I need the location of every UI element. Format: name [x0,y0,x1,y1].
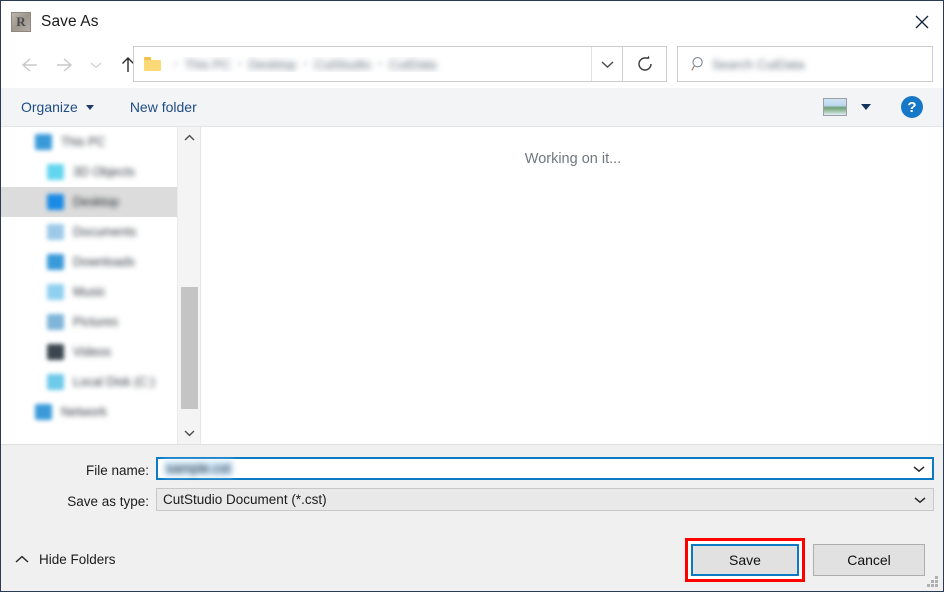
view-layout-icon[interactable] [823,98,847,116]
search-placeholder: Search CutData [712,56,805,72]
command-toolbar: Organize New folder ? [1,88,943,127]
address-bar[interactable]: › This PC › Desktop › CutStudio › CutDat… [133,46,623,82]
tree-item-desktop[interactable]: Desktop [1,187,177,217]
file-name-chevron-down-icon[interactable] [906,459,932,478]
folder-icon [47,314,64,330]
forward-glyph [57,58,73,72]
tree-item-network[interactable]: Network [1,397,177,427]
breadcrumb-item-3[interactable]: CutData [387,57,439,72]
tree-item-pictures[interactable]: Pictures [1,307,177,337]
folder-icon [47,194,64,210]
tree-scrollbar[interactable] [177,127,200,444]
tree-item-label: Local Disk (C:) [73,375,155,389]
tree-item-label: Desktop [73,195,119,209]
save-as-type-label: Save as type: [67,494,149,509]
resize-grip[interactable] [926,575,939,588]
network-icon [35,404,52,420]
window-title: Save As [41,12,99,30]
recent-locations-chevron-icon[interactable] [85,50,107,80]
chevron-down-icon [85,104,94,110]
back-glyph [21,58,37,72]
folder-icon [47,284,64,300]
new-folder-label: New folder [129,99,197,115]
tree-item-label: Documents [73,225,137,239]
address-dropdown-chevron-down-icon[interactable] [591,47,622,81]
chevron-down-glyph [914,496,926,503]
cutstudio-icon: R [11,11,31,32]
scrollbar-thumb[interactable] [181,287,198,409]
breadcrumb-separator: › [378,58,382,70]
breadcrumb-item-2[interactable]: CutStudio [312,57,373,72]
search-icon [686,56,712,72]
back-arrow-icon[interactable] [13,50,43,80]
file-name-input[interactable]: sample.cst [156,457,934,480]
app-icon-letter: R [16,13,26,29]
breadcrumb-separator: › [303,58,307,70]
save-button[interactable]: Save [691,544,799,576]
chevron-up-icon [15,555,29,563]
toolbar-right-group: ? [823,88,943,126]
forward-arrow-icon[interactable] [51,50,81,80]
breadcrumb-separator: › [237,58,242,70]
cancel-button[interactable]: Cancel [813,544,925,576]
close-icon[interactable] [899,1,943,42]
save-as-dialog: R Save As › This PC › Desktop › CutStudi… [0,0,944,592]
tree-item-videos[interactable]: Videos [1,337,177,367]
refresh-icon[interactable] [623,46,667,82]
title-bar: R Save As [1,1,943,42]
scrollbar-down-chevron-down-icon[interactable] [178,422,200,444]
refresh-glyph [637,55,652,71]
tree-item-label: Network [61,405,107,419]
new-folder-button[interactable]: New folder [124,88,203,126]
save-as-type-chevron-down-icon[interactable] [907,489,933,510]
file-name-label: File name: [85,463,149,478]
organize-label: Organize [21,99,78,115]
hide-folders-label: Hide Folders [39,552,116,567]
tree-item-label: Downloads [73,255,135,269]
tree-item-label: This PC [61,135,106,149]
tree-item-local-disk-c[interactable]: Local Disk (C:) [1,367,177,397]
breadcrumb: › This PC › Desktop › CutStudio › CutDat… [169,57,591,72]
scrollbar-up-chevron-up-icon[interactable] [178,127,200,149]
folder-icon [47,344,64,360]
tree-item-3d-objects[interactable]: 3D Objects [1,157,177,187]
drive-icon [47,374,64,390]
magnifier-glyph [691,57,703,71]
chevron-down-glyph [184,430,194,437]
folder-icon [144,57,161,71]
tree-item-label: Pictures [73,315,119,329]
organize-button[interactable]: Organize [15,88,100,126]
view-dropdown-chevron-down-icon[interactable] [861,104,871,110]
tree-item-documents[interactable]: Documents [1,217,177,247]
tree-item-label: Music [73,285,106,299]
save-as-type-select[interactable]: CutStudio Document (*.cst) [156,488,934,511]
file-name-value: sample.cst [164,461,233,476]
search-input[interactable]: Search CutData [677,46,933,82]
navigation-tree: This PC 3D Objects Desktop Documents Dow… [1,127,177,444]
tree-item-label: 3D Objects [73,165,135,179]
save-as-type-value: CutStudio Document (*.cst) [163,492,327,507]
folder-icon [47,224,64,240]
tree-item-label: Videos [73,345,111,359]
tree-item-music[interactable]: Music [1,277,177,307]
breadcrumb-separator: › [174,58,178,70]
hide-folders-toggle[interactable]: Hide Folders [15,552,116,567]
tree-item-downloads[interactable]: Downloads [1,247,177,277]
close-glyph [915,15,929,28]
status-text: Working on it... [524,151,622,167]
help-button[interactable]: ? [901,96,923,118]
file-list-pane[interactable]: Working on it... [200,127,943,444]
folder-icon [47,164,64,180]
breadcrumb-item-0[interactable]: This PC [183,57,233,72]
chevron-down-glyph [601,60,613,68]
tree-item-this-pc[interactable]: This PC [1,127,177,157]
chevron-down-glyph [913,465,925,472]
drive-icon [35,134,52,150]
chevron-up-glyph [184,134,194,141]
dialog-body: This PC 3D Objects Desktop Documents Dow… [1,127,943,444]
breadcrumb-item-1[interactable]: Desktop [247,57,299,72]
chevron-down-glyph [90,62,102,69]
folder-icon [47,254,64,270]
